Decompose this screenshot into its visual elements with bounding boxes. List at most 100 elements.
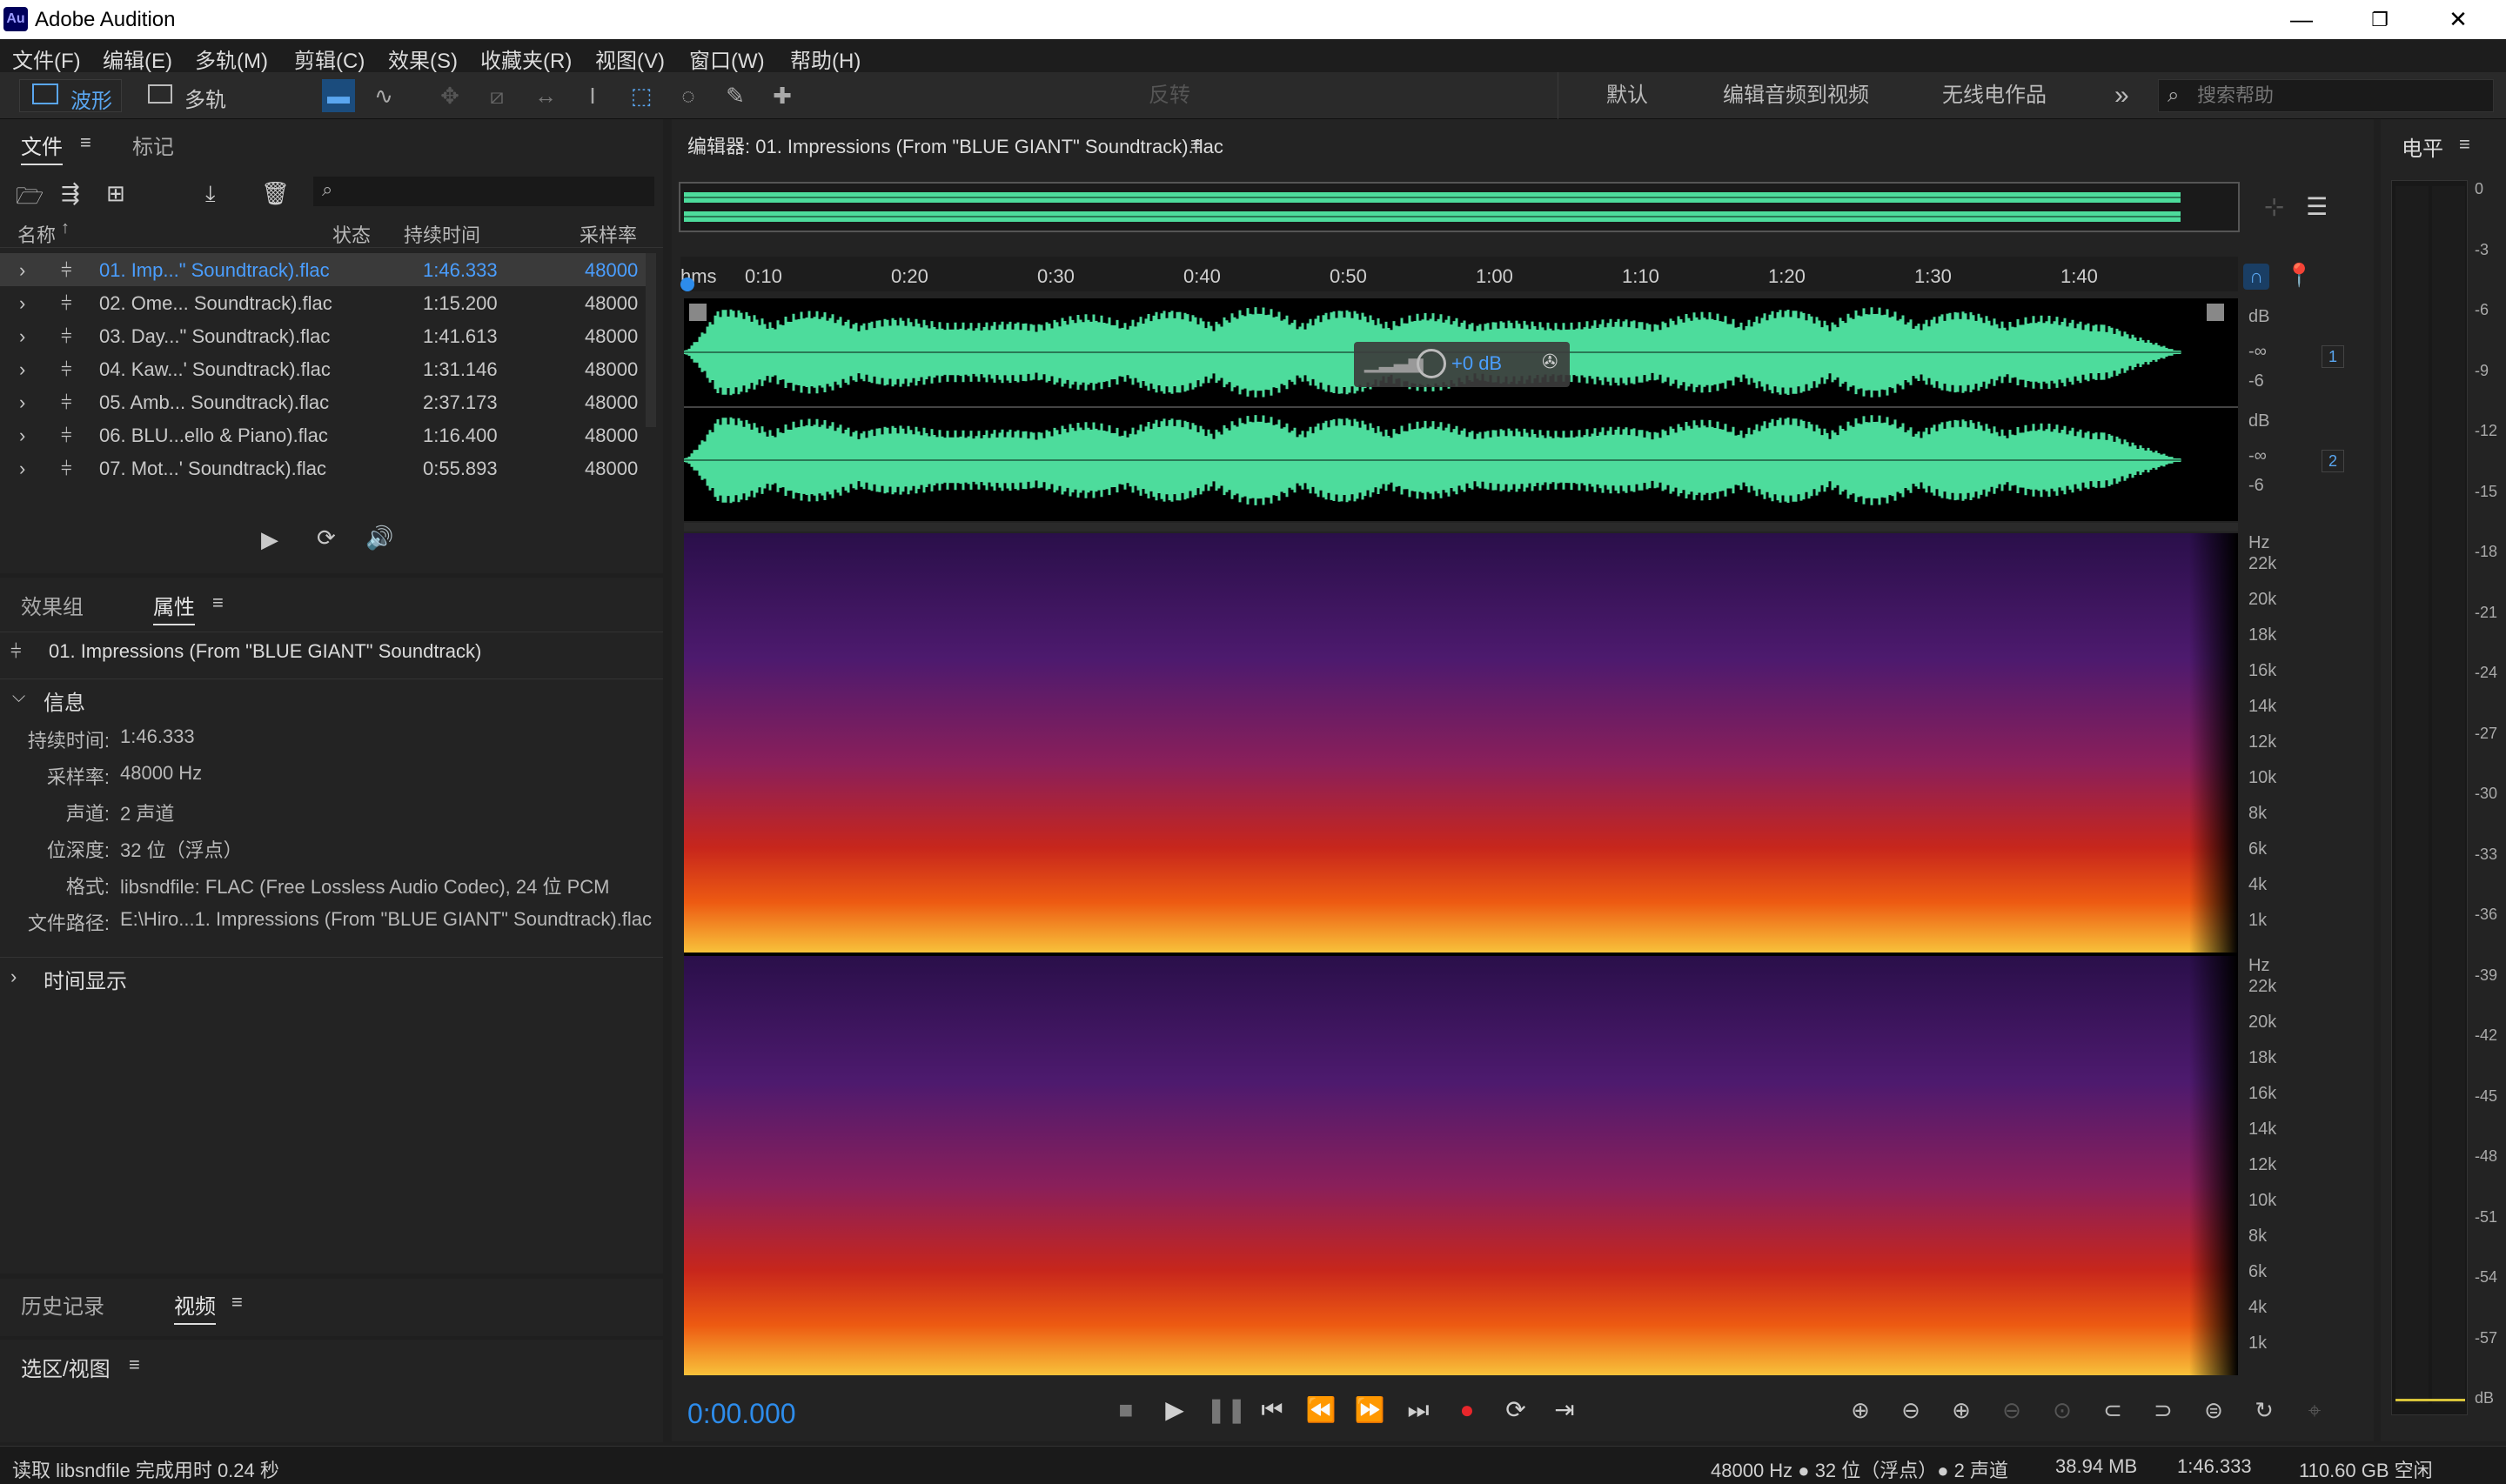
preview-play-icon[interactable]: ▶ xyxy=(261,526,278,553)
marker-pin-icon[interactable]: 📍 xyxy=(2285,262,2313,289)
preview-loop-icon[interactable]: ⟳ xyxy=(317,525,336,551)
zoom-in-amplitude-icon[interactable]: ⊕ xyxy=(1843,1393,1878,1427)
tab-properties[interactable]: 属性 xyxy=(153,590,195,625)
file-row[interactable]: › ⫩ 06. BLU...ello & Piano).flac 1:16.400 48… xyxy=(0,418,646,451)
new-file-icon[interactable]: ⊞ xyxy=(106,180,125,207)
menu-favorites[interactable]: 收藏夹(R) xyxy=(480,43,572,74)
menu-view[interactable]: 视图(V) xyxy=(595,43,665,74)
column-sample-rate[interactable]: 采样率 xyxy=(580,220,637,248)
search-help-box[interactable]: ⌕ xyxy=(2158,79,2494,112)
snap-icon[interactable]: ∩ xyxy=(2243,264,2269,290)
section-time-display[interactable]: 时间显示 xyxy=(44,964,127,994)
lasso-tool-icon[interactable]: ◌ xyxy=(672,79,705,112)
waveform-view-button[interactable]: 波形 xyxy=(19,79,122,113)
column-duration[interactable]: 持续时间 xyxy=(404,220,480,248)
feedback-button[interactable]: 反转 xyxy=(1149,79,1190,112)
spectral-display-icon[interactable]: ∿ xyxy=(367,79,400,112)
file-row[interactable]: › ⫩ 01. Imp..." Soundtrack).flac 1:46.333 48… xyxy=(0,253,646,286)
delete-icon[interactable]: 🗑 xyxy=(261,180,290,207)
overview-bar[interactable] xyxy=(679,182,2240,232)
section-info[interactable]: 信息 xyxy=(44,685,85,716)
fast-forward-icon[interactable]: ⏩ xyxy=(1352,1393,1387,1427)
import-file-icon[interactable]: ⇶ xyxy=(61,180,80,207)
workspace-radio-production[interactable]: 无线电作品 xyxy=(1942,79,2047,112)
chevron-down-icon[interactable]: ⌵ xyxy=(12,687,25,707)
fade-in-handle-icon[interactable] xyxy=(689,304,707,321)
chevron-right-icon[interactable]: › xyxy=(19,292,25,315)
tab-video[interactable]: 视频 xyxy=(174,1289,216,1325)
record-icon[interactable]: ● xyxy=(1450,1393,1484,1427)
chevron-right-icon[interactable]: › xyxy=(19,391,25,414)
panel-menu-icon[interactable]: ≡ xyxy=(80,131,91,154)
stop-icon[interactable]: ■ xyxy=(1109,1393,1143,1427)
channel-2-toggle[interactable]: 2 xyxy=(2322,450,2344,472)
chevron-right-icon[interactable]: › xyxy=(19,325,25,348)
files-scrollbar[interactable] xyxy=(646,253,656,427)
open-file-icon[interactable]: 🗁 xyxy=(16,180,44,218)
menu-multitrack[interactable]: 多轨(M) xyxy=(195,43,268,74)
more-workspaces-icon[interactable]: » xyxy=(2114,79,2129,112)
zoom-to-selection-icon[interactable]: ⊹ xyxy=(2264,192,2284,221)
close-button[interactable]: ✕ xyxy=(2419,0,2497,39)
menu-effects[interactable]: 效果(S) xyxy=(388,43,458,74)
tab-selection-view[interactable]: 选区/视图 xyxy=(21,1352,111,1382)
brush-tool-icon[interactable]: ✎ xyxy=(719,79,752,112)
time-ruler[interactable]: hms 0:10 0:20 0:30 0:40 0:50 1:00 1:10 1:20 1:30… xyxy=(680,257,2238,291)
zoom-in-time-icon[interactable]: ⊕ xyxy=(1944,1393,1979,1427)
spectrogram-channel-1[interactable] xyxy=(684,533,2238,953)
time-selection-tool-icon[interactable]: I xyxy=(576,79,609,112)
gain-knob[interactable] xyxy=(1417,349,1446,378)
files-filter-input[interactable]: ⌕ xyxy=(313,177,654,206)
preview-volume-icon[interactable]: 🔊 xyxy=(365,525,393,551)
pause-icon[interactable]: ❚❚ xyxy=(1206,1393,1247,1427)
chevron-right-icon[interactable]: › xyxy=(19,458,25,479)
file-row[interactable]: › ⫩ 02. Ome... Soundtrack).flac 1:15.200 480… xyxy=(0,286,646,319)
hud-gain-control[interactable]: ▁▂▃▅ +0 dB ✇ xyxy=(1354,342,1570,387)
waveform-display[interactable]: ▁▂▃▅ +0 dB ✇ xyxy=(682,298,2238,521)
file-row[interactable]: › ⫩ 03. Day..." Soundtrack).flac 1:41.613 48… xyxy=(0,319,646,352)
tab-history[interactable]: 历史记录 xyxy=(21,1289,104,1320)
menu-window[interactable]: 窗口(W) xyxy=(689,43,765,74)
minimize-button[interactable]: — xyxy=(2262,0,2341,39)
tab-markers[interactable]: 标记 xyxy=(132,130,174,160)
panel-menu-icon[interactable]: ≡ xyxy=(212,592,224,614)
pin-icon[interactable]: ✇ xyxy=(1542,351,1558,373)
zoom-frequency-icon[interactable]: ⌖ xyxy=(2297,1393,2332,1427)
editor-options-icon[interactable]: ☰ xyxy=(2306,192,2328,221)
skip-selection-icon[interactable]: ⇥ xyxy=(1547,1393,1582,1427)
rewind-icon[interactable]: ⏪ xyxy=(1303,1393,1338,1427)
hud-gain-value[interactable]: +0 dB xyxy=(1451,352,1502,375)
panel-menu-icon[interactable]: ≡ xyxy=(129,1354,140,1376)
time-display[interactable]: 0:00.000 xyxy=(687,1398,796,1430)
zoom-selection-icon[interactable]: ⊜ xyxy=(2196,1393,2231,1427)
playhead-marker[interactable] xyxy=(680,277,694,291)
chevron-right-icon[interactable]: › xyxy=(10,966,17,988)
search-input[interactable] xyxy=(2197,84,2484,108)
skip-to-end-icon[interactable]: ⏭ xyxy=(1401,1393,1436,1427)
spectrogram-channel-2[interactable] xyxy=(684,956,2238,1375)
skip-to-start-icon[interactable]: ⏮ xyxy=(1255,1393,1290,1427)
razor-tool-icon[interactable]: ⧄ xyxy=(480,79,513,112)
file-row[interactable]: › ⫩ 05. Amb... Soundtrack).flac 2:37.173 480… xyxy=(0,385,646,418)
panel-menu-icon[interactable]: ≡ xyxy=(231,1291,243,1314)
menu-file[interactable]: 文件(F) xyxy=(12,43,81,74)
zoom-full-icon[interactable]: ⊙ xyxy=(2045,1393,2080,1427)
zoom-out-amplitude-icon[interactable]: ⊖ xyxy=(1893,1393,1928,1427)
workspace-default[interactable]: 默认 xyxy=(1606,79,1648,112)
spot-healing-icon[interactable]: ✚ xyxy=(766,79,799,112)
column-name[interactable]: 名称 xyxy=(17,220,56,248)
maximize-button[interactable]: ❐ xyxy=(2341,0,2419,39)
channel-1-toggle[interactable]: 1 xyxy=(2322,345,2344,368)
play-icon[interactable]: ▶ xyxy=(1157,1393,1192,1427)
fade-out-handle-icon[interactable] xyxy=(2207,304,2224,321)
move-tool-icon[interactable]: ✥ xyxy=(433,79,466,112)
multitrack-view-button[interactable]: 多轨 xyxy=(143,79,238,112)
menu-help[interactable]: 帮助(H) xyxy=(790,43,861,74)
tab-files[interactable]: 文件 xyxy=(21,130,63,165)
panel-menu-icon[interactable]: ≡ xyxy=(1190,133,1202,156)
display-splitter[interactable] xyxy=(684,523,2238,531)
chevron-right-icon[interactable]: › xyxy=(19,358,25,381)
chevron-right-icon[interactable]: › xyxy=(19,424,25,447)
tab-effects-rack[interactable]: 效果组 xyxy=(21,590,84,620)
menu-edit[interactable]: 编辑(E) xyxy=(103,43,172,74)
